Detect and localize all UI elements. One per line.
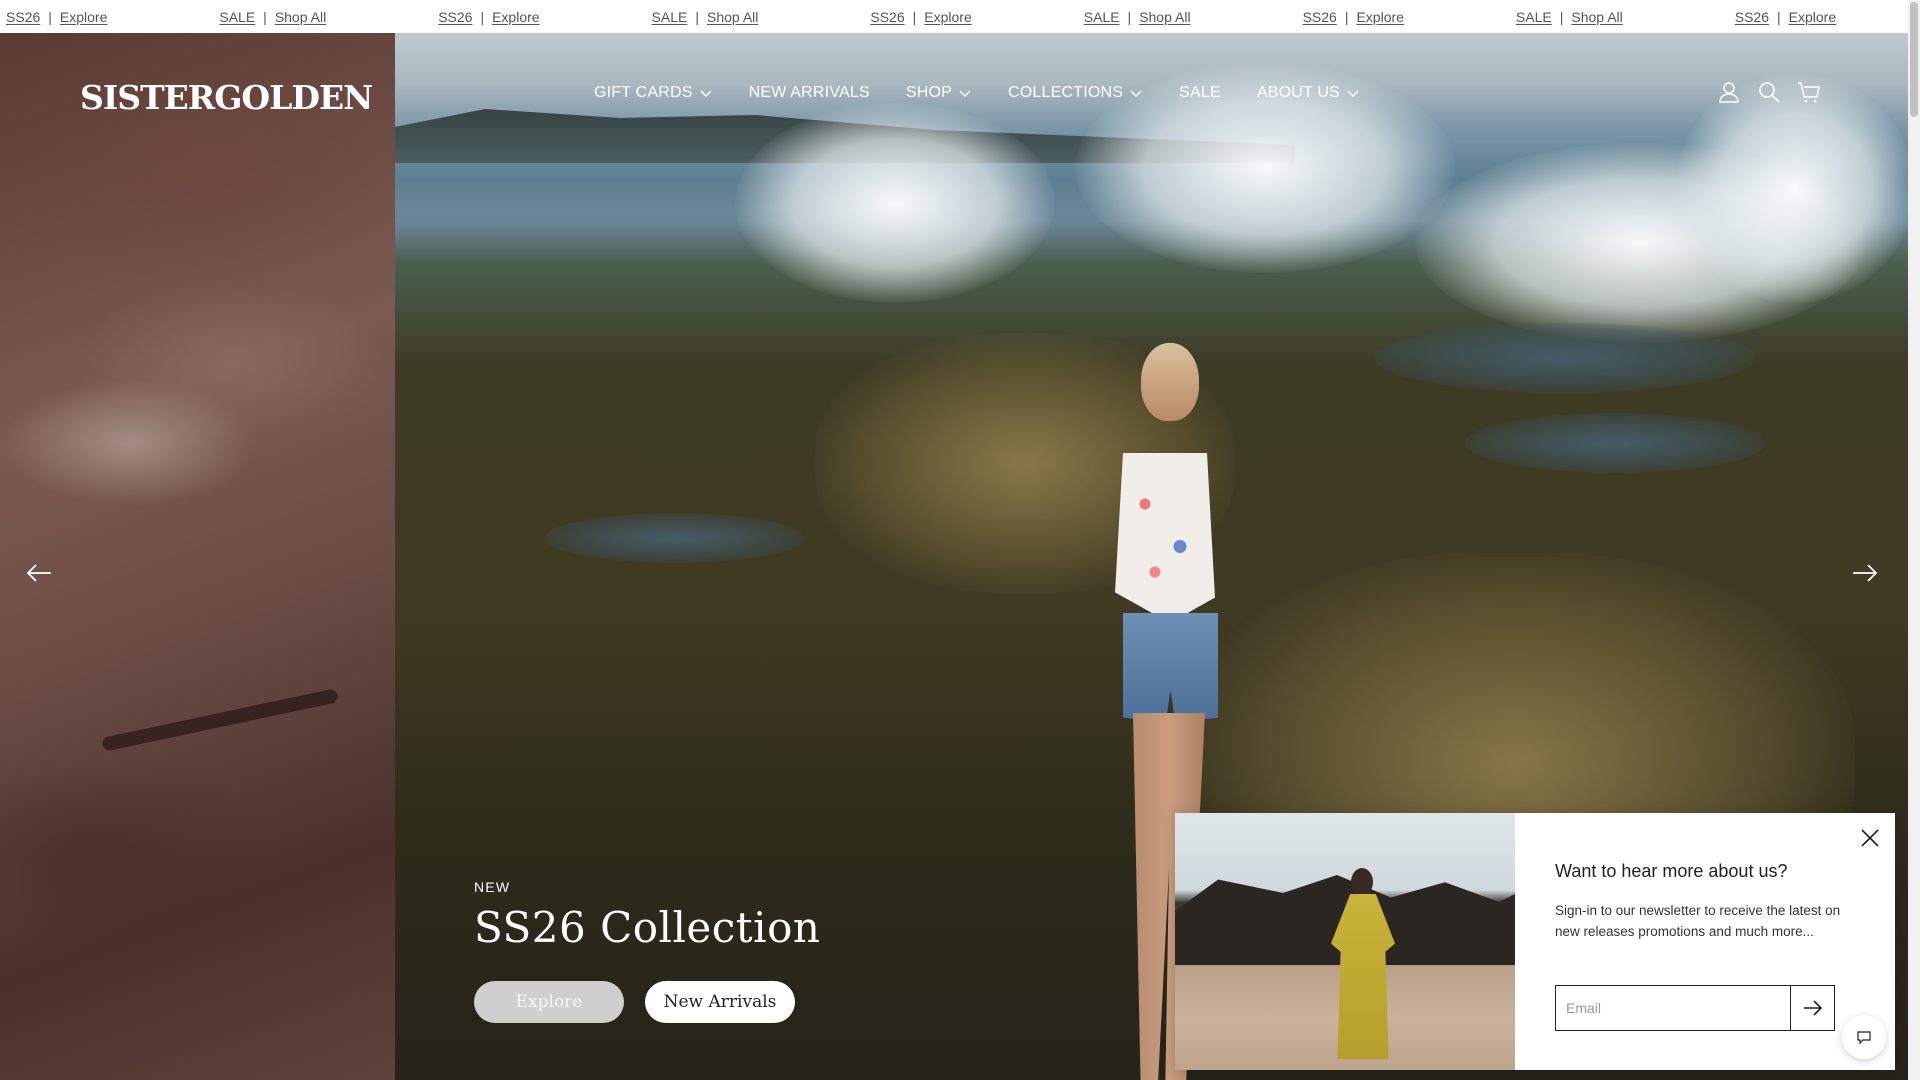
email-input[interactable]	[1556, 986, 1790, 1030]
chevron-down-icon	[959, 90, 971, 97]
popup-title: Want to hear more about us?	[1555, 861, 1788, 881]
ticker-group: SS26 | Explore	[0, 9, 213, 25]
ticker-link[interactable]: SALE	[646, 9, 694, 25]
ticker-separator: |	[48, 8, 52, 25]
ticker-link[interactable]: Shop All	[1565, 9, 1628, 25]
site-logo[interactable]: SISTERGOLDEN	[80, 78, 373, 117]
ticker-link[interactable]: Explore	[1783, 9, 1842, 25]
next-slide-arrow-icon[interactable]	[1850, 558, 1880, 588]
previous-slide-preview[interactable]	[0, 33, 395, 1080]
chevron-down-icon	[700, 90, 712, 97]
ticker-link[interactable]: Explore	[1350, 9, 1409, 25]
ticker-link[interactable]: SS26	[432, 9, 478, 25]
scrollbar-thumb[interactable]	[1910, 2, 1918, 117]
ticker-separator: |	[1777, 8, 1781, 25]
ticker-group: SS26 | Explore	[1297, 9, 1510, 25]
announcement-ticker: SS26 | Explore SALE | Shop All SS26 | Explore SAL…	[0, 0, 1920, 33]
ticker-group: SALE | Shop All	[213, 9, 432, 25]
chat-bubble-icon	[1857, 1031, 1871, 1045]
nav-item-new-arrivals[interactable]: NEW ARRIVALS	[749, 84, 870, 102]
ticker-link[interactable]: SALE	[1510, 9, 1558, 25]
ticker-link[interactable]: Shop All	[701, 9, 764, 25]
ticker-separator: |	[695, 8, 699, 25]
ticker-separator: |	[1344, 8, 1349, 25]
ticker-link[interactable]: SS26	[864, 9, 910, 25]
nav-item-label: COLLECTIONS	[1008, 84, 1124, 101]
arrow-right-icon	[1803, 1000, 1822, 1016]
ticker-separator: |	[912, 8, 917, 25]
nav-item-label: GIFT CARDS	[594, 84, 693, 101]
ticker-separator: |	[263, 8, 267, 25]
ticker-group: SS26 | Explore	[1729, 9, 1920, 25]
ticker-group: SS26 | Explore	[432, 9, 645, 25]
chevron-down-icon	[1130, 90, 1142, 97]
cart-icon[interactable]	[1797, 80, 1821, 104]
ticker-link[interactable]: SS26	[1297, 9, 1343, 25]
nav-item-collections[interactable]: COLLECTIONS	[1008, 84, 1143, 102]
ticker-link[interactable]: Shop All	[269, 9, 332, 25]
chat-button[interactable]	[1842, 1015, 1886, 1059]
nav-item-sale[interactable]: SALE	[1179, 84, 1221, 102]
ticker-separator: |	[1127, 8, 1132, 25]
nav-item-label: NEW ARRIVALS	[748, 84, 870, 101]
newsletter-popup: Want to hear more about us? Sign-in to o…	[1175, 813, 1895, 1070]
nav-item-gift-cards[interactable]: GIFT CARDS	[594, 84, 713, 102]
ticker-link[interactable]: SALE	[213, 9, 261, 25]
popup-description: Sign-in to our newsletter to receive the…	[1555, 903, 1841, 939]
nav-item-about-us[interactable]: ABOUT US	[1257, 84, 1360, 102]
search-icon[interactable]	[1757, 80, 1781, 104]
header-icons	[1717, 80, 1821, 104]
ticker-group: SALE | Shop All	[1078, 9, 1297, 25]
ticker-group: SS26 | Explore	[864, 9, 1077, 25]
ticker-link[interactable]: SALE	[1078, 9, 1126, 25]
previous-slide-arrow-icon[interactable]	[24, 558, 54, 588]
ticker-separator: |	[1559, 8, 1564, 25]
ticker-link[interactable]: Explore	[486, 9, 545, 25]
ticker-group: SALE | Shop All	[1510, 9, 1729, 25]
newsletter-form	[1555, 985, 1835, 1031]
ticker-link[interactable]: Shop All	[1133, 9, 1196, 25]
ticker-link[interactable]: Explore	[54, 9, 113, 25]
ticker-link[interactable]: SS26	[1729, 9, 1775, 25]
submit-button[interactable]	[1790, 986, 1834, 1030]
popup-image	[1175, 813, 1515, 1070]
page-scrollbar[interactable]	[1908, 0, 1920, 1080]
main-nav: GIFT CARDS NEW ARRIVALS SHOP COLLECTIONS…	[594, 84, 1396, 102]
nav-item-label: ABOUT US	[1256, 84, 1340, 101]
nav-item-label: SALE	[1179, 84, 1221, 101]
chevron-down-icon	[1347, 90, 1359, 97]
new-arrivals-button[interactable]: New Arrivals	[645, 981, 795, 1023]
explore-button[interactable]: Explore	[474, 981, 624, 1023]
ticker-link[interactable]: Explore	[918, 9, 977, 25]
ticker-separator: |	[480, 8, 485, 25]
ticker-group: SALE | Shop All	[646, 9, 865, 25]
account-icon[interactable]	[1717, 80, 1741, 104]
ticker-link[interactable]: SS26	[0, 9, 46, 25]
hero-eyebrow: NEW	[474, 879, 511, 895]
nav-item-label: SHOP	[905, 84, 953, 101]
close-icon[interactable]	[1859, 827, 1881, 849]
nav-item-shop[interactable]: SHOP	[906, 84, 972, 102]
hero-headline: SS26 Collection	[474, 903, 821, 952]
